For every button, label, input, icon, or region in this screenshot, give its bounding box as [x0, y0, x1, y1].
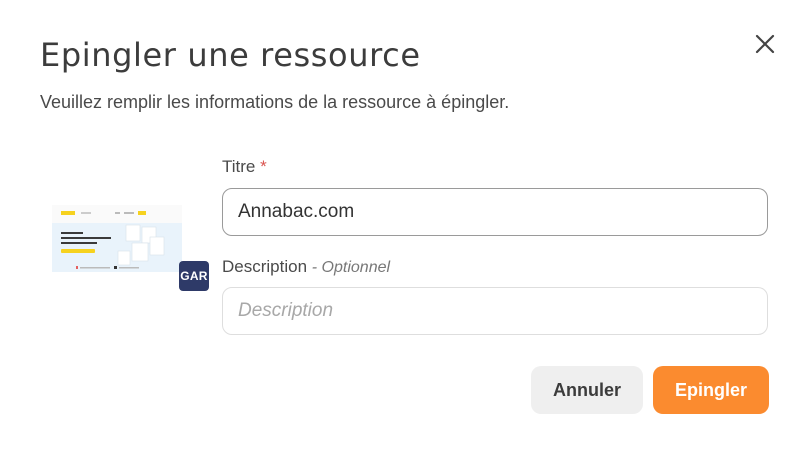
pin-resource-dialog: Epingler une ressource Veuillez remplir …	[0, 0, 808, 452]
description-label: Description - Optionnel	[222, 257, 390, 277]
close-button[interactable]	[752, 31, 778, 57]
description-label-text: Description	[222, 257, 308, 276]
site-preview-thumbnail	[52, 205, 182, 277]
title-label-text: Titre	[222, 157, 256, 176]
title-label: Titre *	[222, 157, 267, 177]
close-icon[interactable]	[752, 31, 778, 57]
gar-badge: GAR	[179, 261, 209, 291]
description-input[interactable]	[222, 287, 768, 335]
title-input[interactable]	[222, 188, 768, 236]
dialog-subtitle: Veuillez remplir les informations de la …	[40, 92, 510, 112]
pin-button[interactable]: Epingler	[653, 366, 769, 414]
required-mark: *	[260, 157, 267, 176]
cancel-button[interactable]: Annuler	[531, 366, 643, 414]
dialog-title: Epingler une ressource	[40, 36, 421, 74]
optional-hint: - Optionnel	[311, 259, 391, 276]
